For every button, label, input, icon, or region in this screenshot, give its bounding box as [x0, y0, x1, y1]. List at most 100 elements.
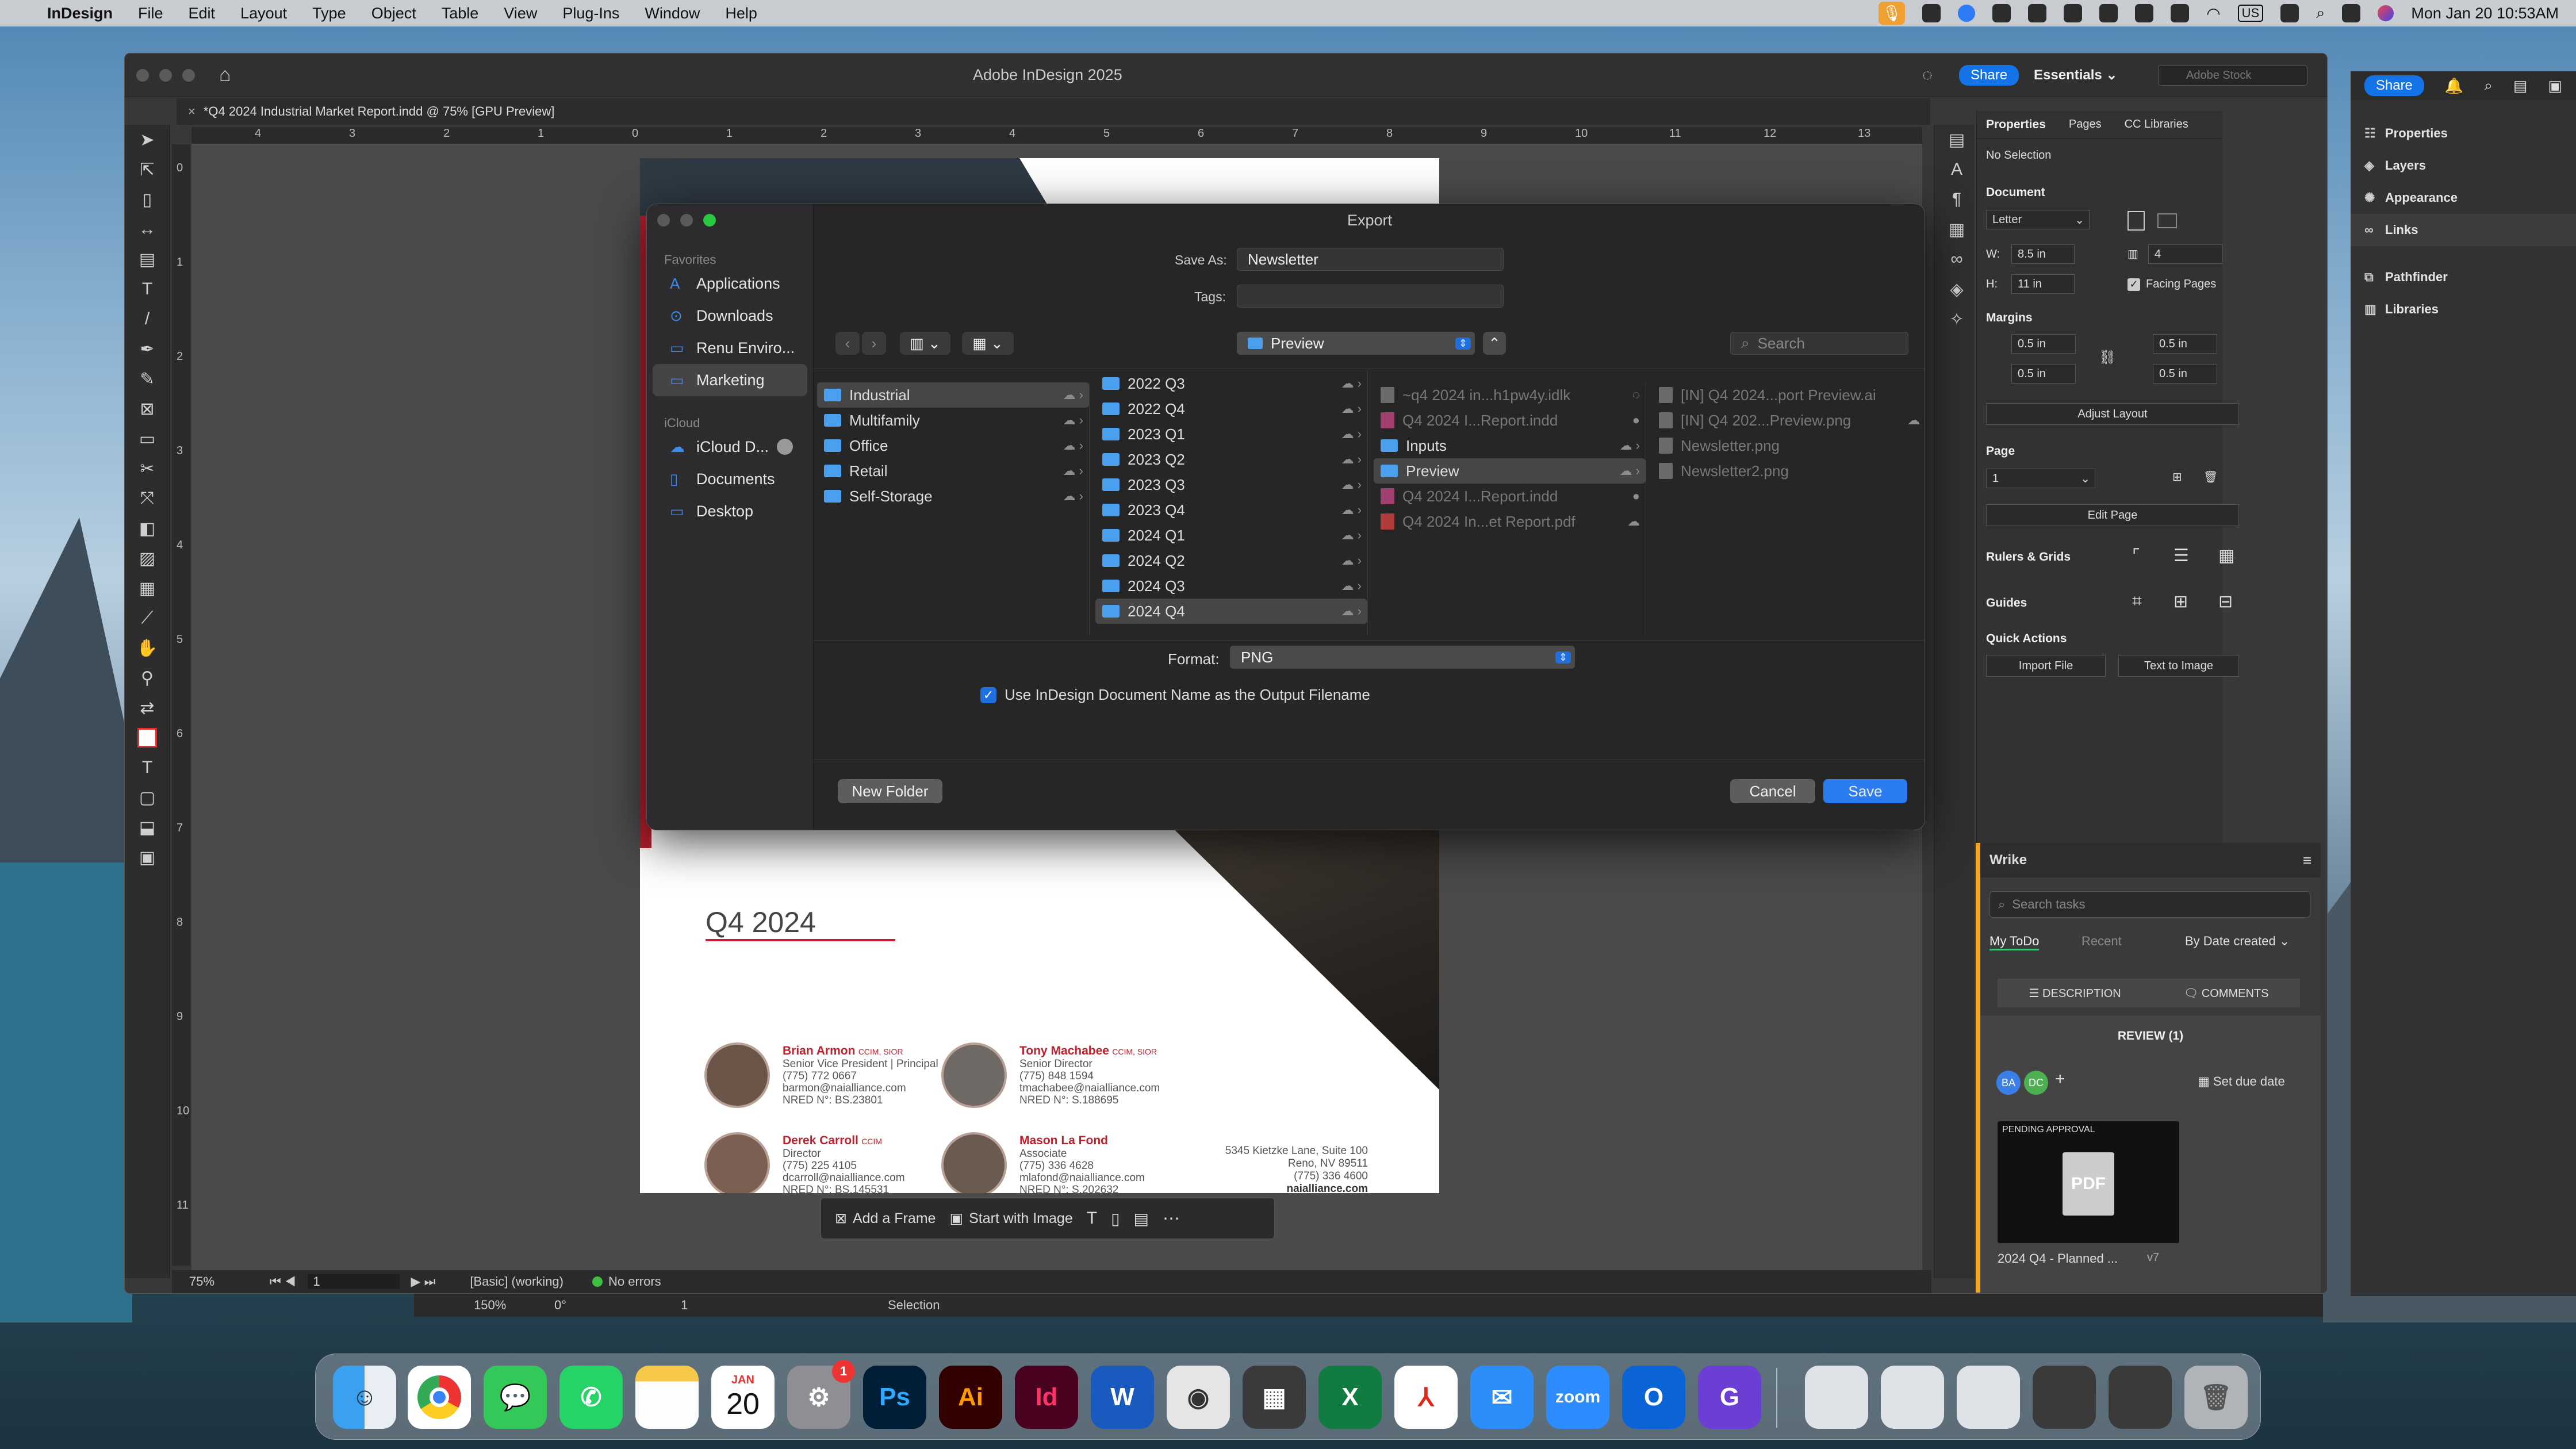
- screen-mode-icon[interactable]: ⬓: [125, 812, 170, 842]
- rotation-select[interactable]: 0°: [554, 1298, 623, 1313]
- list-item[interactable]: 2022 Q3 ☁ ›: [1095, 371, 1367, 396]
- character-panel-icon[interactable]: A: [1934, 155, 1979, 185]
- next-page-icon[interactable]: ▶ ⏭: [411, 1274, 436, 1289]
- add-page-icon[interactable]: ⊞: [2172, 470, 2182, 484]
- formatting-affects-icon[interactable]: T: [125, 753, 170, 783]
- styles-panel-icon[interactable]: ¶: [1934, 185, 1979, 214]
- list-item[interactable]: ~q4 2024 in...h1pw4y.idlk ◌: [1374, 382, 1646, 408]
- recent-document-icon[interactable]: [1957, 1366, 2020, 1429]
- acrobat-icon[interactable]: ⅄: [1394, 1366, 1458, 1429]
- lightbulb-icon[interactable]: ◌: [1922, 66, 1933, 85]
- whatsapp-icon[interactable]: ✆: [559, 1366, 623, 1429]
- menu-type[interactable]: Type: [312, 5, 346, 22]
- list-item[interactable]: 2023 Q2 ☁ ›: [1095, 447, 1367, 472]
- gradient-feather-tool-icon[interactable]: ▨: [125, 543, 170, 573]
- panel-item-layers[interactable]: ◈ Layers: [2351, 150, 2576, 182]
- adjust-layout-button[interactable]: Adjust Layout: [1986, 403, 2239, 425]
- guides-icon[interactable]: ⌗: [2132, 592, 2142, 611]
- list-item[interactable]: 2023 Q4 ☁ ›: [1095, 497, 1367, 523]
- group-select[interactable]: ▦ ⌄: [962, 332, 1014, 355]
- link-margins-icon[interactable]: ⛓: [2099, 349, 2116, 366]
- text-frame-icon[interactable]: T: [1087, 1209, 1097, 1228]
- free-transform-tool-icon[interactable]: ⤧: [125, 484, 170, 513]
- search-icon[interactable]: ⌕: [2484, 76, 2493, 95]
- task-name[interactable]: 2024 Q4 - Planned ...: [1998, 1251, 2118, 1266]
- recent-document-icon[interactable]: [1881, 1366, 1944, 1429]
- save-button[interactable]: Save: [1823, 779, 1907, 803]
- system-settings-icon[interactable]: ⚙ 1: [787, 1360, 855, 1429]
- recent-document-icon[interactable]: [1805, 1366, 1868, 1429]
- panel-item-libraries[interactable]: ▥ Libraries: [2351, 293, 2576, 325]
- share-button[interactable]: Share: [2364, 75, 2424, 96]
- content-collector-icon[interactable]: ▤: [125, 244, 170, 274]
- sidebar-item-marketing[interactable]: ▭ Marketing: [653, 364, 807, 396]
- list-item[interactable]: Industrial ☁ ›: [817, 382, 1089, 408]
- calculator-icon[interactable]: ▦: [1243, 1366, 1306, 1429]
- more-options-icon[interactable]: ⋯: [1163, 1209, 1180, 1229]
- portrait-orientation-icon[interactable]: [2128, 211, 2145, 231]
- sidebar-item-downloads[interactable]: ⊙ Downloads: [653, 300, 807, 332]
- list-item[interactable]: Office ☁ ›: [817, 433, 1089, 458]
- workspace-switcher[interactable]: Essentials ⌄: [2034, 67, 2118, 83]
- document-tab[interactable]: × *Q4 2024 Industrial Market Report.indd…: [177, 98, 1930, 125]
- list-item[interactable]: 2024 Q2 ☁ ›: [1095, 548, 1367, 573]
- trash-icon[interactable]: 🗑: [2184, 1366, 2248, 1429]
- menu-object[interactable]: Object: [371, 5, 416, 22]
- effects-panel-icon[interactable]: ✧: [1934, 304, 1979, 334]
- dialog-minimize-button[interactable]: [680, 214, 693, 227]
- menu-view[interactable]: View: [504, 5, 537, 22]
- finder-icon[interactable]: ☺: [333, 1366, 396, 1429]
- grammarly-status-icon[interactable]: [1992, 4, 2011, 22]
- control-center-icon[interactable]: [2342, 4, 2361, 22]
- menu-app-name[interactable]: InDesign: [47, 5, 113, 22]
- window-zoom-button[interactable]: [182, 68, 195, 82]
- arrange-documents-icon[interactable]: ▤: [2513, 77, 2528, 95]
- list-item[interactable]: 2023 Q1 ☁ ›: [1095, 421, 1367, 447]
- lock-guides-icon[interactable]: ⊟: [2218, 592, 2233, 612]
- app-status-icon[interactable]: [2028, 4, 2047, 22]
- list-item[interactable]: Newsletter2.png: [1652, 458, 1925, 484]
- tab-cc-libraries[interactable]: CC Libraries: [2125, 118, 2188, 131]
- window-minimize-button[interactable]: [159, 68, 172, 82]
- margin-right-input[interactable]: 0.5 in: [2153, 364, 2217, 384]
- gradient-tool-icon[interactable]: ◧: [125, 513, 170, 543]
- list-item[interactable]: Self-Storage ☁ ›: [817, 484, 1089, 509]
- first-page-icon[interactable]: ⏮ ◀: [270, 1274, 296, 1289]
- back-button[interactable]: ‹: [835, 332, 860, 355]
- home-icon[interactable]: ⌂: [219, 64, 231, 86]
- avatar[interactable]: BA: [1996, 1071, 2021, 1095]
- tab-pages[interactable]: Pages: [2069, 118, 2102, 131]
- zoom-status-icon[interactable]: [1958, 5, 1976, 22]
- rectangle-frame-tool-icon[interactable]: ⊠: [125, 394, 170, 424]
- margin-bottom-input[interactable]: 0.5 in: [2011, 364, 2076, 384]
- list-item[interactable]: [IN] Q4 2024...port Preview.ai: [1652, 382, 1925, 408]
- margin-left-input[interactable]: 0.5 in: [2153, 334, 2217, 354]
- list-item[interactable]: Q4 2024 I...Report.indd ●: [1374, 484, 1646, 509]
- height-input[interactable]: 11 in: [2011, 274, 2075, 294]
- page-count-input[interactable]: 4: [2148, 244, 2223, 264]
- menu-help[interactable]: Help: [725, 5, 757, 22]
- app-status-icon[interactable]: [2099, 4, 2118, 22]
- preflight-status[interactable]: No errors: [608, 1274, 661, 1289]
- swatches-panel-icon[interactable]: ▦: [1934, 214, 1979, 244]
- screenshot-icon[interactable]: ◉: [1167, 1366, 1230, 1429]
- sidebar-item-icloud-drive[interactable]: ☁ iCloud D...: [653, 431, 807, 463]
- list-item[interactable]: Preview ☁ ›: [1374, 458, 1646, 484]
- mail-icon[interactable]: ✉: [1470, 1366, 1534, 1429]
- forward-button[interactable]: ›: [862, 332, 886, 355]
- type-tool-icon[interactable]: T: [125, 274, 170, 304]
- recent-document-icon[interactable]: [2109, 1366, 2172, 1429]
- battery-icon[interactable]: [2280, 4, 2299, 22]
- chrome-icon[interactable]: [408, 1366, 471, 1429]
- pages-panel-icon[interactable]: ▤: [1934, 125, 1979, 155]
- photoshop-icon[interactable]: Ps: [863, 1366, 926, 1429]
- text-to-image-button[interactable]: Text to Image: [2118, 655, 2239, 677]
- page-select[interactable]: 1 ⌄: [1986, 469, 2095, 488]
- list-item[interactable]: [IN] Q4 202...Preview.png ☁: [1652, 408, 1925, 433]
- set-due-date-button[interactable]: ▦ Set due date: [2198, 1074, 2285, 1089]
- panel-item-pathfinder[interactable]: ⧉ Pathfinder: [2351, 261, 2576, 293]
- note-tool-icon[interactable]: ▦: [125, 573, 170, 603]
- panel-item-links[interactable]: ∞ Links: [2351, 214, 2576, 246]
- list-item[interactable]: Retail ☁ ›: [817, 458, 1089, 484]
- notifications-icon[interactable]: 🔔: [2445, 77, 2463, 95]
